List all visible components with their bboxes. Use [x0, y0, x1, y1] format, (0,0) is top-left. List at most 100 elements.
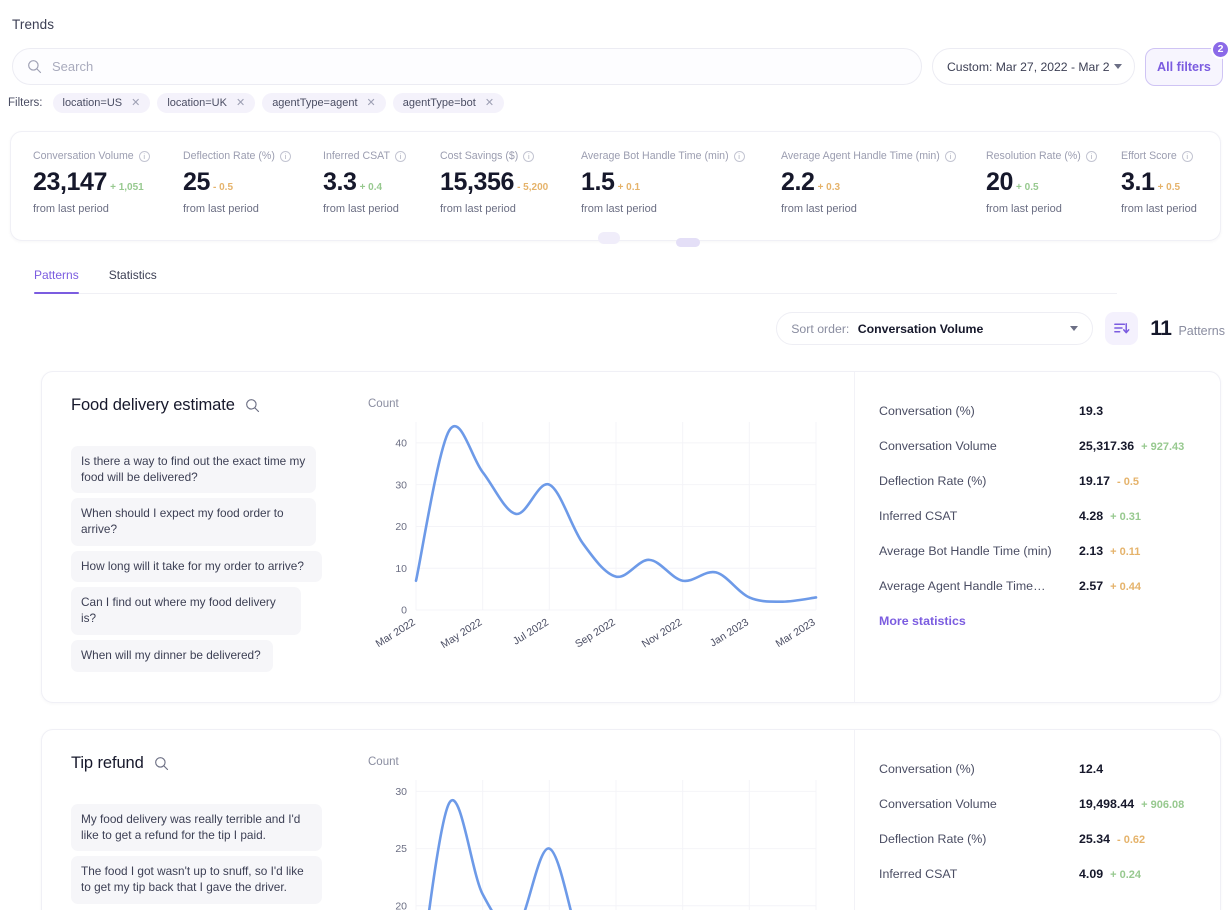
- kpi-label-text: Resolution Rate (%): [986, 150, 1081, 162]
- tab-patterns[interactable]: Patterns: [34, 268, 79, 293]
- close-icon[interactable]: ✕: [367, 98, 376, 109]
- filter-chip-label: location=UK: [167, 97, 227, 109]
- stat-row: Conversation Volume 25,317.36 + 927.43: [879, 439, 1205, 453]
- kpi-conversation-volume[interactable]: Conversation Volume i 23,147 + 1,051 fro…: [33, 150, 183, 240]
- kpi-label-text: Average Bot Handle Time (min): [581, 150, 729, 162]
- sort-order-select[interactable]: Sort order: Conversation Volume: [776, 312, 1093, 345]
- info-icon[interactable]: i: [1086, 151, 1097, 162]
- filter-chip-label: agentType=agent: [272, 97, 357, 109]
- stat-name: Deflection Rate (%): [879, 474, 1079, 488]
- kpi-value: 15,356: [440, 170, 514, 195]
- info-icon[interactable]: i: [395, 151, 406, 162]
- utterance-item[interactable]: When will my dinner be delivered?: [71, 640, 273, 672]
- pattern-count-label: Patterns: [1178, 324, 1225, 338]
- sort-direction-button[interactable]: [1105, 312, 1138, 345]
- kpi-effort-score[interactable]: Effort Score i 3.1 + 0.5 from last perio…: [1121, 150, 1221, 240]
- info-icon[interactable]: i: [280, 151, 291, 162]
- kpi-deflection-rate[interactable]: Deflection Rate (%) i 25 - 0.5 from last…: [183, 150, 323, 240]
- stat-row: Conversation Volume 19,498.44 + 906.08: [879, 797, 1205, 811]
- stat-row: Inferred CSAT 4.09 + 0.24: [879, 867, 1205, 881]
- all-filters-button[interactable]: All filters 2: [1145, 48, 1223, 86]
- filter-chip[interactable]: agentType=bot ✕: [393, 93, 504, 113]
- pattern-card-list: Food delivery estimate Is there a way to…: [41, 371, 1221, 910]
- svg-text:Sep 2022: Sep 2022: [573, 616, 618, 650]
- info-icon[interactable]: i: [523, 151, 534, 162]
- kpi-average-agent-handle-time[interactable]: Average Agent Handle Time (min) i 2.2 + …: [781, 150, 986, 240]
- kpi-value: 2.2: [781, 170, 815, 195]
- chart-y-axis-label: Count: [368, 756, 828, 768]
- kpi-subtext: from last period: [440, 203, 563, 215]
- kpi-inferred-csat[interactable]: Inferred CSAT i 3.3 + 0.4 from last peri…: [323, 150, 440, 240]
- utterance-item[interactable]: Can I find out where my food delivery is…: [71, 587, 301, 634]
- filter-chip[interactable]: agentType=agent ✕: [262, 93, 386, 113]
- filter-chip[interactable]: location=UK ✕: [157, 93, 255, 113]
- kpi-average-bot-handle-time[interactable]: Average Bot Handle Time (min) i 1.5 + 0.…: [581, 150, 781, 240]
- kpi-value-row: 25 - 0.5: [183, 170, 305, 195]
- pattern-title-row: Tip refund: [71, 754, 324, 773]
- utterance-item[interactable]: My food delivery was really terrible and…: [71, 804, 322, 851]
- kpi-value: 20: [986, 170, 1013, 195]
- kpi-scroll-thumb[interactable]: [676, 238, 700, 247]
- svg-text:Mar 2022: Mar 2022: [374, 616, 418, 650]
- utterance-item[interactable]: The food I got wasn't up to snuff, so I'…: [71, 856, 322, 903]
- pattern-chart-container: Count 010203040Mar 2022May 2022Jul 2022S…: [348, 372, 854, 702]
- search-icon[interactable]: [154, 756, 169, 771]
- stat-value: 19.17: [1079, 474, 1110, 488]
- stat-delta: + 0.24: [1110, 869, 1141, 881]
- svg-text:30: 30: [395, 479, 407, 491]
- utterance-list: My food delivery was really terrible and…: [71, 804, 324, 904]
- stat-value: 12.4: [1079, 762, 1103, 776]
- stat-name: Conversation Volume: [879, 797, 1079, 811]
- kpi-label: Effort Score i: [1121, 150, 1213, 162]
- kpi-summary-card: Conversation Volume i 23,147 + 1,051 fro…: [10, 131, 1221, 241]
- info-icon[interactable]: i: [139, 151, 150, 162]
- svg-text:10: 10: [395, 563, 407, 575]
- kpi-resolution-rate[interactable]: Resolution Rate (%) i 20 + 0.5 from last…: [986, 150, 1121, 240]
- kpi-value-row: 3.1 + 0.5: [1121, 170, 1213, 195]
- kpi-label: Average Agent Handle Time (min) i: [781, 150, 968, 162]
- pattern-card[interactable]: Tip refund My food delivery was really t…: [41, 729, 1221, 910]
- chart-y-axis-label: Count: [368, 398, 828, 410]
- kpi-cost-savings[interactable]: Cost Savings ($) i 15,356 - 5,200 from l…: [440, 150, 581, 240]
- stat-name: Deflection Rate (%): [879, 832, 1079, 846]
- sort-order-value: Conversation Volume: [858, 322, 984, 336]
- info-icon[interactable]: i: [1182, 151, 1193, 162]
- info-icon[interactable]: i: [945, 151, 956, 162]
- kpi-label: Cost Savings ($) i: [440, 150, 563, 162]
- all-filters-label: All filters: [1157, 60, 1211, 74]
- chevron-down-icon: [1114, 64, 1122, 69]
- filter-chip[interactable]: location=US ✕: [53, 93, 151, 113]
- kpi-subtext: from last period: [986, 203, 1103, 215]
- stat-value: 4.09: [1079, 867, 1103, 881]
- search-input[interactable]: [52, 59, 907, 74]
- tab-statistics[interactable]: Statistics: [109, 268, 157, 293]
- stat-value: 2.57: [1079, 579, 1103, 593]
- pattern-card[interactable]: Food delivery estimate Is there a way to…: [41, 371, 1221, 703]
- kpi-value: 25: [183, 170, 210, 195]
- kpi-value-row: 3.3 + 0.4: [323, 170, 422, 195]
- search-icon[interactable]: [245, 398, 260, 413]
- utterance-item[interactable]: When should I expect my food order to ar…: [71, 498, 316, 545]
- close-icon[interactable]: ✕: [131, 98, 140, 109]
- pattern-count-number: 11: [1150, 317, 1171, 341]
- stat-name: Conversation (%): [879, 762, 1079, 776]
- kpi-value-row: 15,356 - 5,200: [440, 170, 563, 195]
- stat-value: 19,498.44: [1079, 797, 1134, 811]
- search-box[interactable]: [12, 48, 922, 85]
- date-range-picker[interactable]: Custom: Mar 27, 2022 - Mar 27, 202: [932, 48, 1135, 85]
- more-statistics-link[interactable]: More statistics: [879, 614, 1205, 628]
- close-icon[interactable]: ✕: [485, 98, 494, 109]
- svg-text:20: 20: [395, 900, 407, 910]
- utterance-item[interactable]: Is there a way to find out the exact tim…: [71, 446, 316, 493]
- kpi-delta: + 0.1: [618, 182, 641, 195]
- close-icon[interactable]: ✕: [236, 98, 245, 109]
- kpi-value: 3.3: [323, 170, 357, 195]
- stat-row: Conversation (%) 19.3: [879, 404, 1205, 418]
- utterance-item[interactable]: How long will it take for my order to ar…: [71, 551, 322, 583]
- kpi-value-row: 20 + 0.5: [986, 170, 1103, 195]
- pattern-card-left: Tip refund My food delivery was really t…: [42, 730, 348, 910]
- svg-text:0: 0: [401, 605, 407, 617]
- kpi-subtext: from last period: [33, 203, 165, 215]
- info-icon[interactable]: i: [734, 151, 745, 162]
- kpi-scroll-indicator[interactable]: [598, 232, 620, 244]
